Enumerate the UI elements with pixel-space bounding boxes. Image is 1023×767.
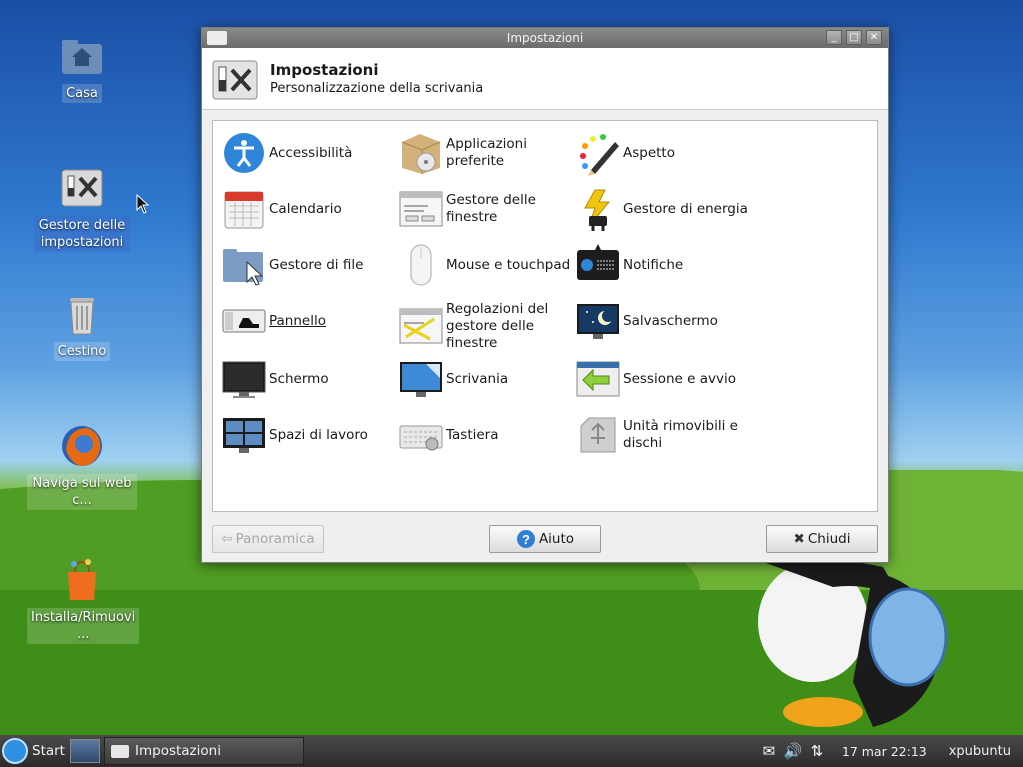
mail-icon[interactable]: ✉ — [758, 741, 780, 761]
shopping-bag-icon — [68, 559, 96, 600]
start-button[interactable]: Start — [2, 738, 65, 764]
overview-button[interactable]: ⇦ Panoramica — [212, 525, 324, 553]
settings-item-appearance[interactable]: Aspetto — [575, 129, 751, 177]
desktop-icon-label: Installa/Rimuovi ... — [27, 608, 140, 644]
desktop-icon-settings-manager[interactable]: Gestore delle impostazioni — [27, 164, 137, 252]
settings-manager-icon — [212, 60, 258, 100]
close-button[interactable]: ✖ Chiudi — [766, 525, 878, 553]
settings-item-accessibility[interactable]: Accessibilità — [221, 129, 397, 177]
desktop-icon-label: Naviga sul web c... — [27, 474, 137, 510]
mouse-icon — [410, 244, 432, 286]
penguin-wallpaper-art — [758, 562, 948, 727]
page-subtitle: Personalizzazione della scrivania — [270, 81, 484, 96]
display-icon — [222, 361, 266, 398]
firefox-icon — [62, 426, 102, 466]
desktop-icon-label: Cestino — [53, 342, 111, 361]
show-desktop-button[interactable] — [70, 739, 100, 763]
settings-window: Impostazioni _ □ ✕ Impostazioni Personal… — [201, 27, 889, 563]
desktop-icon-trash[interactable]: Cestino — [27, 290, 137, 361]
close-icon: ✖ — [793, 531, 805, 547]
settings-item-preferred-apps[interactable]: Applicazioni preferite — [398, 129, 574, 177]
help-button[interactable]: ? Aiuto — [489, 525, 601, 553]
settings-item-keyboard[interactable]: Tastiera — [398, 411, 574, 459]
maximize-button[interactable]: □ — [846, 30, 862, 45]
desktop-icon — [400, 362, 442, 397]
desktop-icon-software-installer[interactable]: Installa/Rimuovi ... — [27, 556, 140, 644]
settings-item-notifications[interactable]: Notifiche — [575, 241, 751, 289]
settings-grid: Accessibilità Calendario Gestore di file… — [212, 120, 878, 512]
desktop-icon-home[interactable]: Casa — [27, 32, 137, 103]
settings-item-desktop[interactable]: Scrivania — [398, 355, 574, 403]
workspaces-icon — [223, 418, 265, 453]
settings-header: Impostazioni Personalizzazione della scr… — [202, 48, 888, 110]
home-folder-icon — [62, 40, 102, 74]
volume-icon[interactable]: 🔊 — [782, 741, 804, 761]
xubuntu-logo-icon — [2, 738, 28, 764]
settings-manager-icon — [61, 169, 103, 207]
system-tray: ✉ 🔊 ⇅ 17 mar 22:13 xpubuntu — [756, 735, 1023, 767]
desktop-icon-web-browser[interactable]: Naviga sul web c... — [27, 422, 137, 510]
settings-item-power-manager[interactable]: Gestore di energia — [575, 185, 751, 233]
settings-item-session[interactable]: Sessione e avvio — [575, 355, 751, 403]
accessibility-icon — [224, 133, 264, 173]
settings-item-mouse[interactable]: Mouse e touchpad — [398, 241, 574, 289]
trash-icon — [70, 298, 94, 335]
user-name[interactable]: xpubuntu — [949, 744, 1011, 759]
window-manager-icon — [399, 191, 443, 227]
settings-item-window-manager[interactable]: Gestore delle finestre — [398, 185, 574, 233]
calendar-icon — [224, 191, 264, 229]
close-window-button[interactable]: ✕ — [866, 30, 882, 45]
settings-item-workspaces[interactable]: Spazi di lavoro — [221, 411, 397, 459]
window-menu-icon[interactable] — [207, 31, 227, 45]
settings-window-icon — [111, 744, 129, 758]
back-arrow-icon: ⇦ — [221, 531, 233, 547]
window-titlebar[interactable]: Impostazioni _ □ ✕ — [202, 28, 888, 48]
taskbar-window-settings[interactable]: Impostazioni — [104, 737, 304, 765]
help-icon: ? — [516, 530, 535, 548]
file-manager-icon — [223, 249, 264, 286]
taskbar: Start Impostazioni ✉ 🔊 ⇅ 17 mar 22:13 xp… — [0, 735, 1023, 767]
desktop-icon-label: Gestore delle impostazioni — [34, 216, 130, 252]
page-title: Impostazioni — [270, 61, 379, 79]
minimize-button[interactable]: _ — [826, 30, 842, 45]
session-icon — [576, 361, 620, 397]
appearance-icon — [580, 134, 619, 176]
settings-item-wm-tweaks[interactable]: Regolazioni del gestore delle finestre — [398, 297, 574, 355]
mouse-cursor — [136, 194, 150, 214]
settings-item-calendar[interactable]: Calendario — [221, 185, 397, 233]
removable-drives-icon — [580, 417, 616, 453]
settings-item-removable-drives[interactable]: Unità rimovibili e dischi — [575, 411, 751, 459]
panel-icon — [222, 309, 266, 333]
desktop-icon-label: Casa — [62, 84, 102, 103]
clock[interactable]: 17 mar 22:13 — [842, 744, 927, 759]
wm-tweaks-icon — [399, 308, 443, 344]
keyboard-icon — [399, 425, 443, 451]
settings-item-panel[interactable]: Pannello — [221, 297, 397, 345]
screensaver-icon — [577, 304, 619, 339]
settings-item-display[interactable]: Schermo — [221, 355, 397, 403]
notifications-icon — [577, 244, 619, 280]
svg-text:?: ? — [522, 532, 530, 547]
network-icon[interactable]: ⇅ — [806, 741, 828, 761]
preferred-apps-icon — [401, 134, 441, 174]
power-manager-icon — [584, 189, 611, 231]
settings-item-screensaver[interactable]: Salvaschermo — [575, 297, 751, 345]
settings-item-file-manager[interactable]: Gestore di file — [221, 241, 397, 289]
window-title: Impostazioni — [506, 31, 584, 45]
